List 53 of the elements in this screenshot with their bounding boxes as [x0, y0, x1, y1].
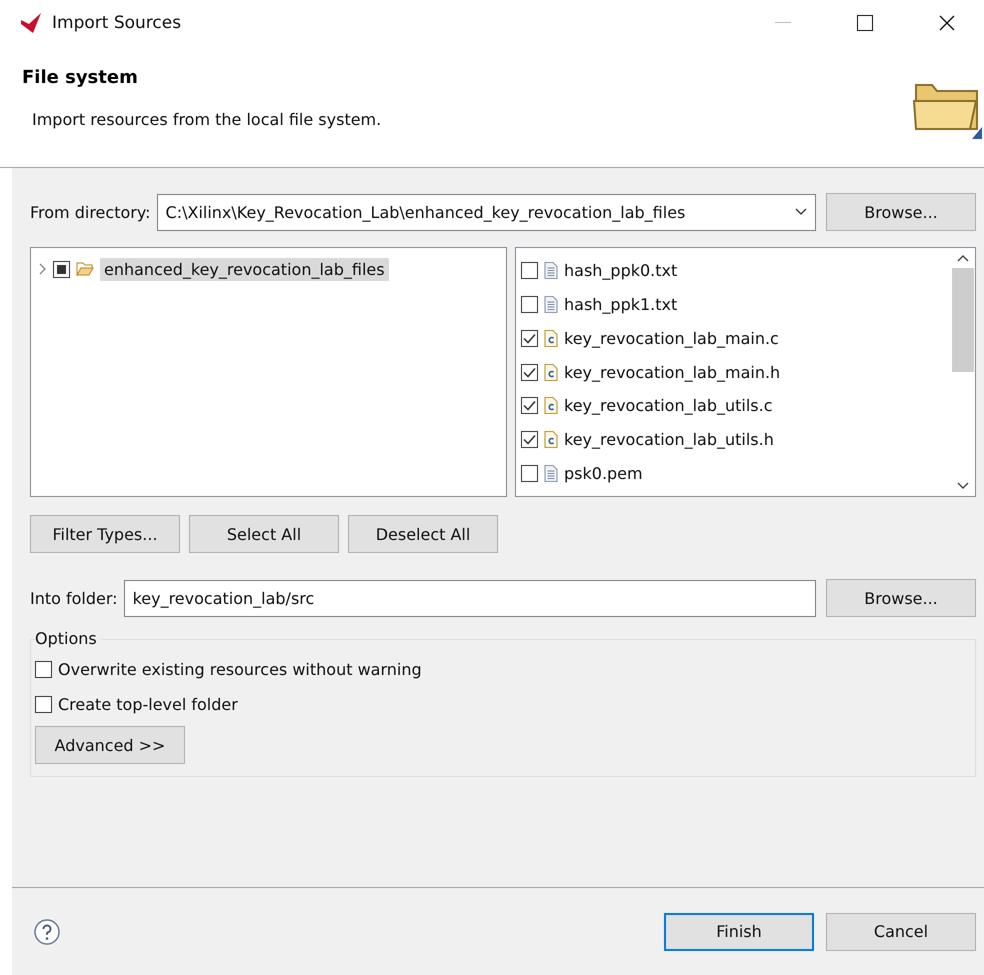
- checkbox[interactable]: [521, 364, 538, 381]
- selection-button[interactable]: Deselect All: [348, 515, 498, 553]
- checkbox[interactable]: [521, 296, 538, 314]
- advanced-button[interactable]: Advanced >>: [35, 726, 185, 764]
- file-name[interactable]: key_revocation_lab_utils.h: [564, 430, 774, 449]
- checkbox[interactable]: [521, 464, 538, 482]
- checkbox[interactable]: [521, 430, 538, 448]
- c-file-icon: [544, 330, 558, 347]
- c-file-icon: [544, 364, 558, 381]
- file-name[interactable]: psk0.pem: [564, 464, 643, 483]
- into-folder-field[interactable]: key_revocation_lab/src: [124, 580, 816, 616]
- text-file-icon: [544, 464, 558, 482]
- cancel-button[interactable]: Cancel: [826, 912, 976, 950]
- checkbox[interactable]: [521, 262, 538, 280]
- checkbox-label: Create top-level folder: [58, 695, 238, 714]
- c-file-icon: [544, 397, 558, 414]
- checkbox[interactable]: [35, 661, 52, 678]
- browse-button[interactable]: Browse...: [826, 579, 976, 617]
- folder-tree-item[interactable]: enhanced_key_revocation_lab_files: [100, 258, 389, 280]
- selection-button[interactable]: Filter Types...: [30, 515, 180, 553]
- file-name[interactable]: key_revocation_lab_main.h: [564, 362, 780, 382]
- page-title: File system: [22, 67, 139, 88]
- from-directory-label: From directory:: [30, 202, 151, 222]
- scroll-up-icon[interactable]: [957, 254, 969, 262]
- folder-icon: [76, 262, 94, 276]
- browse-button[interactable]: Browse...: [826, 193, 976, 231]
- finish-button[interactable]: Finish: [664, 912, 814, 950]
- file-name[interactable]: key_revocation_lab_utils.c: [564, 396, 773, 416]
- help-icon[interactable]: [34, 918, 60, 944]
- scroll-down-icon[interactable]: [957, 482, 969, 490]
- scrollbar-thumb[interactable]: [952, 268, 974, 372]
- text-file-icon: [544, 262, 558, 280]
- close-icon[interactable]: [939, 14, 955, 30]
- group-title: Options: [35, 629, 101, 648]
- selection-button[interactable]: Select All: [189, 515, 339, 553]
- c-file-icon: [544, 430, 558, 448]
- checkbox[interactable]: [521, 330, 538, 347]
- app-logo-icon: [20, 12, 44, 34]
- checkbox-label: Overwrite existing resources without warning: [58, 660, 422, 679]
- window-title: Import Sources: [52, 12, 182, 32]
- into-folder-label: Into folder:: [30, 588, 118, 608]
- maximize-icon[interactable]: [857, 14, 873, 30]
- checkbox[interactable]: [521, 397, 538, 414]
- file-name[interactable]: key_revocation_lab_main.c: [564, 328, 779, 348]
- page-description: Import resources from the local file system.: [31, 110, 382, 129]
- text-file-icon: [544, 296, 558, 314]
- file-name[interactable]: hash_ppk0.txt: [564, 261, 678, 280]
- checkbox[interactable]: [53, 260, 70, 278]
- dropdown-caret-icon: [795, 208, 807, 216]
- file-name[interactable]: hash_ppk1.txt: [564, 295, 678, 314]
- checkbox[interactable]: [35, 696, 52, 713]
- directory-combo-box[interactable]: C:\Xilinx\Key_Revocation_Lab\enhanced_key_revocation_lab_files: [156, 194, 816, 230]
- expand-chevron-icon[interactable]: [37, 263, 47, 275]
